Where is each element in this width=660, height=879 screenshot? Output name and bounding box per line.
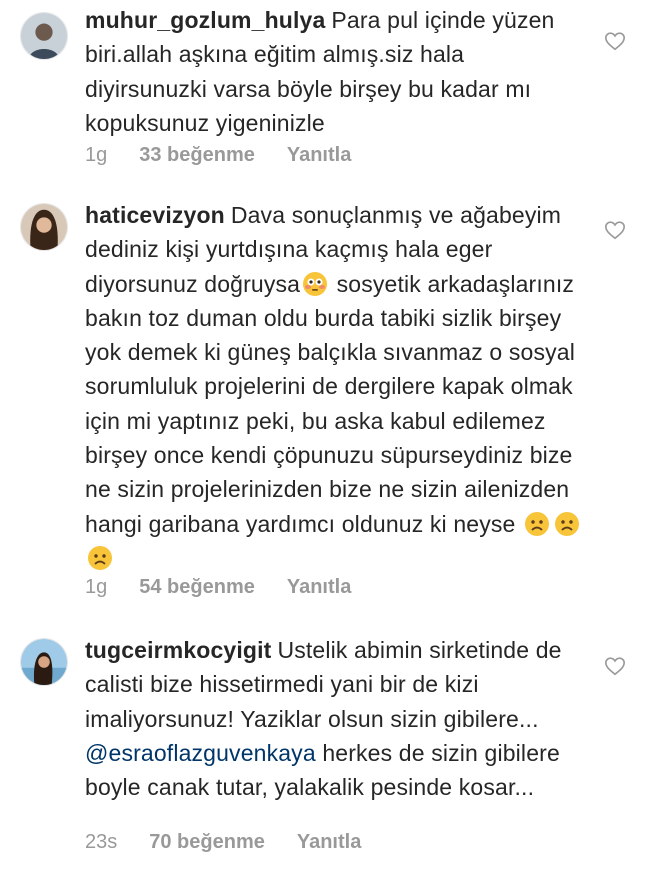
likes-count[interactable]: 70 beğenme xyxy=(149,831,265,853)
comment-body: haticevizyon Dava sonuçlanmış ve ağabeyim… xyxy=(85,198,585,575)
heart-icon xyxy=(605,221,625,240)
avatar[interactable] xyxy=(20,203,68,251)
comment-time: 23s xyxy=(85,831,118,853)
flushed-face-emoji xyxy=(302,271,328,297)
reply-button[interactable]: Yanıtla xyxy=(287,576,351,598)
avatar[interactable] xyxy=(20,12,68,60)
comment-text: sosyetik arkadaşlarınız bakın toz duman … xyxy=(85,270,575,537)
reply-button[interactable]: Yanıtla xyxy=(287,144,351,166)
comment-username[interactable]: haticevizyon xyxy=(85,202,225,228)
comment-time: 1g xyxy=(85,144,108,166)
reply-button[interactable]: Yanıtla xyxy=(297,831,361,853)
comment-meta: 1g 33 beğenme Yanıtla xyxy=(85,144,351,167)
comment-body: muhur_gozlum_hulya Para pul içinde yüzen … xyxy=(85,3,585,140)
worried-face-emoji xyxy=(524,511,550,537)
like-button[interactable] xyxy=(604,30,626,52)
comment-meta: 23s 70 beğenme Yanıtla xyxy=(85,831,361,854)
worried-face-emoji xyxy=(554,511,580,537)
user-avatar-icon xyxy=(21,204,67,250)
comment-time: 1g xyxy=(85,576,108,598)
comment-username[interactable]: tugceirmkocyigit xyxy=(85,637,271,663)
likes-count[interactable]: 54 beğenme xyxy=(139,576,255,598)
avatar[interactable] xyxy=(20,638,68,686)
heart-icon xyxy=(605,32,625,51)
comment-meta: 1g 54 beğenme Yanıtla xyxy=(85,576,351,599)
comment-body: tugceirmkocyigit Ustelik abimin sirketind… xyxy=(85,633,585,804)
mention-link[interactable]: @esraoflazguvenkaya xyxy=(85,740,316,766)
comment-username[interactable]: muhur_gozlum_hulya xyxy=(85,7,325,33)
user-avatar-icon xyxy=(21,639,67,685)
likes-count[interactable]: 33 beğenme xyxy=(139,144,255,166)
user-avatar-icon xyxy=(21,13,67,59)
worried-face-emoji xyxy=(87,545,113,571)
like-button[interactable] xyxy=(604,655,626,677)
heart-icon xyxy=(605,657,625,676)
like-button[interactable] xyxy=(604,219,626,241)
